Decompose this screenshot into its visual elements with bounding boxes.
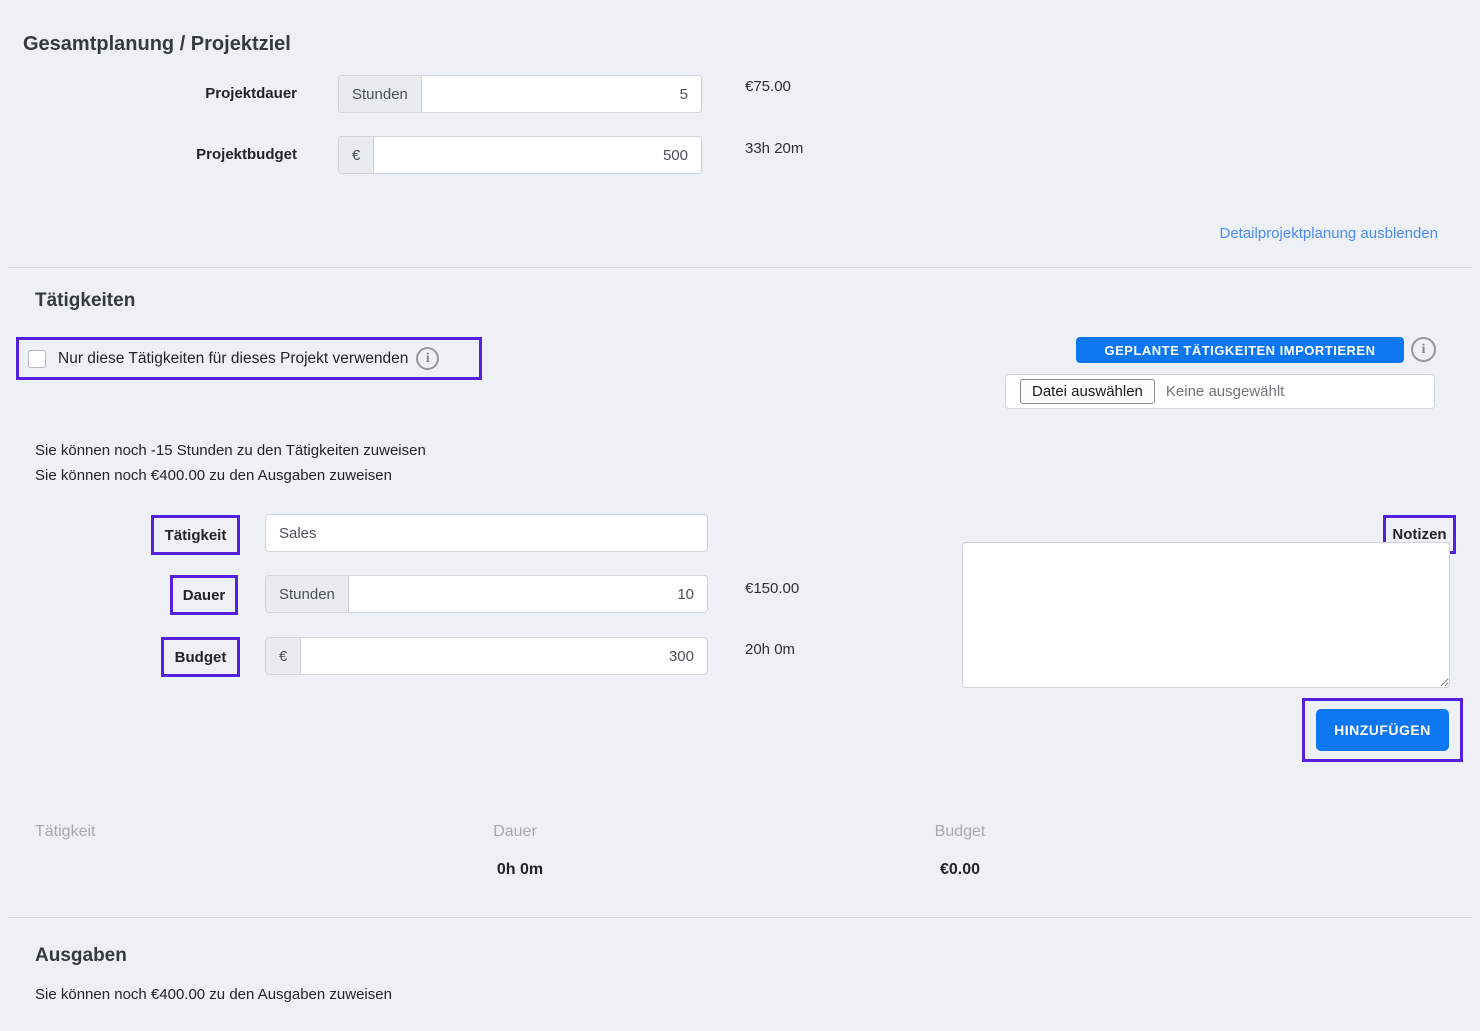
projektbudget-computed-value: 33h 20m xyxy=(745,140,803,157)
hinzufuegen-highlight-box: HINZUFÜGEN xyxy=(1302,698,1463,762)
taetigkeit-name-input[interactable] xyxy=(265,514,708,552)
table-header-taetigkeit: Tätigkeit xyxy=(35,823,95,841)
checkbox-highlight-box: Nur diese Tätigkeiten für dieses Projekt… xyxy=(16,337,482,380)
ausgaben-remaining-budget-message: Sie können noch €400.00 zu den Ausgaben … xyxy=(35,986,392,1003)
section-divider xyxy=(8,917,1472,918)
projektbudget-input[interactable] xyxy=(374,137,701,173)
only-these-activities-label: Nur diese Tätigkeiten für dieses Projekt… xyxy=(58,350,408,368)
projektdauer-unit-addon: Stunden xyxy=(339,76,422,112)
section-title-taetigkeiten: Tätigkeiten xyxy=(35,290,135,312)
projektdauer-input-group: Stunden xyxy=(338,75,702,113)
notizen-label: Notizen xyxy=(1392,526,1446,543)
budget-currency-addon: € xyxy=(266,638,301,674)
taetigkeit-label-highlight-box: Tätigkeit xyxy=(151,515,240,555)
budget-computed-value: 20h 0m xyxy=(745,641,795,658)
notizen-textarea[interactable] xyxy=(962,542,1450,688)
info-icon[interactable]: i xyxy=(1411,337,1436,362)
table-total-budget: €0.00 xyxy=(860,861,1060,879)
remaining-hours-message: Sie können noch -15 Stunden zu den Tätig… xyxy=(35,442,426,459)
section-title-ausgaben: Ausgaben xyxy=(35,945,127,967)
import-planned-activities-button[interactable]: GEPLANTE TÄTIGKEITEN IMPORTIEREN xyxy=(1076,337,1404,363)
table-header-budget: Budget xyxy=(860,823,1060,841)
section-divider xyxy=(8,267,1472,268)
projektbudget-input-group: € xyxy=(338,136,702,174)
projektdauer-input[interactable] xyxy=(422,76,701,112)
projektbudget-label: Projektbudget xyxy=(23,146,297,163)
remaining-budget-message: Sie können noch €400.00 zu den Ausgaben … xyxy=(35,467,392,484)
info-icon[interactable]: i xyxy=(416,347,439,370)
dauer-label: Dauer xyxy=(183,587,226,604)
projektdauer-computed-value: €75.00 xyxy=(745,78,791,95)
dauer-computed-value: €150.00 xyxy=(745,580,799,597)
import-file-input: Datei auswählen Keine ausgewählt xyxy=(1005,374,1435,409)
budget-input[interactable] xyxy=(301,638,707,674)
detailprojektplanung-toggle-link[interactable]: Detailprojektplanung ausblenden xyxy=(1220,225,1439,242)
project-planning-page: { "colors": { "background": "#edf0f5", "… xyxy=(0,0,1480,1031)
dauer-input[interactable] xyxy=(349,576,707,612)
dauer-unit-addon: Stunden xyxy=(266,576,349,612)
table-total-dauer: 0h 0m xyxy=(420,861,620,879)
budget-label: Budget xyxy=(175,649,227,666)
only-these-activities-checkbox[interactable] xyxy=(28,350,46,368)
dauer-input-group: Stunden xyxy=(265,575,708,613)
dauer-label-highlight-box: Dauer xyxy=(170,575,238,615)
file-choose-button[interactable]: Datei auswählen xyxy=(1020,379,1155,404)
budget-input-group: € xyxy=(265,637,708,675)
budget-label-highlight-box: Budget xyxy=(161,637,240,677)
projektbudget-currency-addon: € xyxy=(339,137,374,173)
section-title-gesamtplanung: Gesamtplanung / Projektziel xyxy=(23,33,291,56)
projektdauer-label: Projektdauer xyxy=(23,85,297,102)
taetigkeit-label: Tätigkeit xyxy=(165,527,227,544)
hinzufuegen-button[interactable]: HINZUFÜGEN xyxy=(1316,709,1449,751)
table-header-dauer: Dauer xyxy=(415,823,615,841)
file-status-text: Keine ausgewählt xyxy=(1166,383,1284,400)
